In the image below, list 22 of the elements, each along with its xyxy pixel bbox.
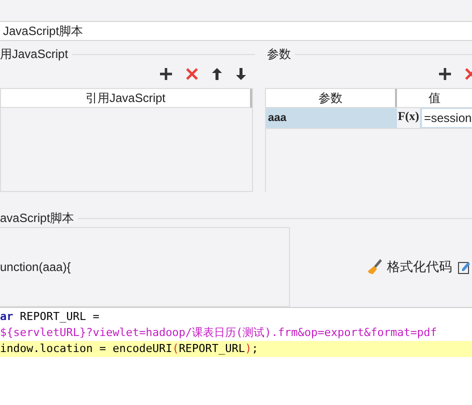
add-icon[interactable] xyxy=(438,67,452,81)
formula-button[interactable]: F(x) xyxy=(397,108,420,128)
section-legend: 用JavaScript xyxy=(0,45,68,63)
move-down-icon[interactable] xyxy=(235,67,247,81)
section-legend: 参数 xyxy=(265,45,291,63)
add-icon[interactable] xyxy=(159,67,173,81)
value-field[interactable]: =session xyxy=(422,109,472,127)
column-header: 引用JavaScript xyxy=(1,89,252,108)
script-name-field[interactable]: JavaScript脚本 xyxy=(0,21,472,41)
parameter-name: aaa xyxy=(267,110,288,126)
code-line: ${servletURL}?viewlet=hadoop/课表日历(测试).frm&op=export&format=pdf xyxy=(0,325,438,341)
parameter-row[interactable]: aaa F(x) =session xyxy=(266,108,472,129)
delete-icon[interactable] xyxy=(185,67,199,81)
function-signature: unction(aaa){ xyxy=(0,259,71,276)
section-legend: avaScript脚本 xyxy=(0,209,74,227)
code-line: ar REPORT_URL = xyxy=(0,309,100,325)
column-header: 值 xyxy=(428,90,442,107)
move-up-icon[interactable] xyxy=(211,67,223,81)
format-code-button[interactable]: 格式化代码 xyxy=(367,257,452,277)
edit-icon[interactable] xyxy=(458,260,470,274)
broom-icon xyxy=(367,259,383,275)
code-editor[interactable]: ar REPORT_URL = ${servletURL}?viewlet=hadoop/课表日历(测试).frm&op=export&format=pdf indow.location = encodeURI(REPORT_URL); xyxy=(0,307,472,405)
